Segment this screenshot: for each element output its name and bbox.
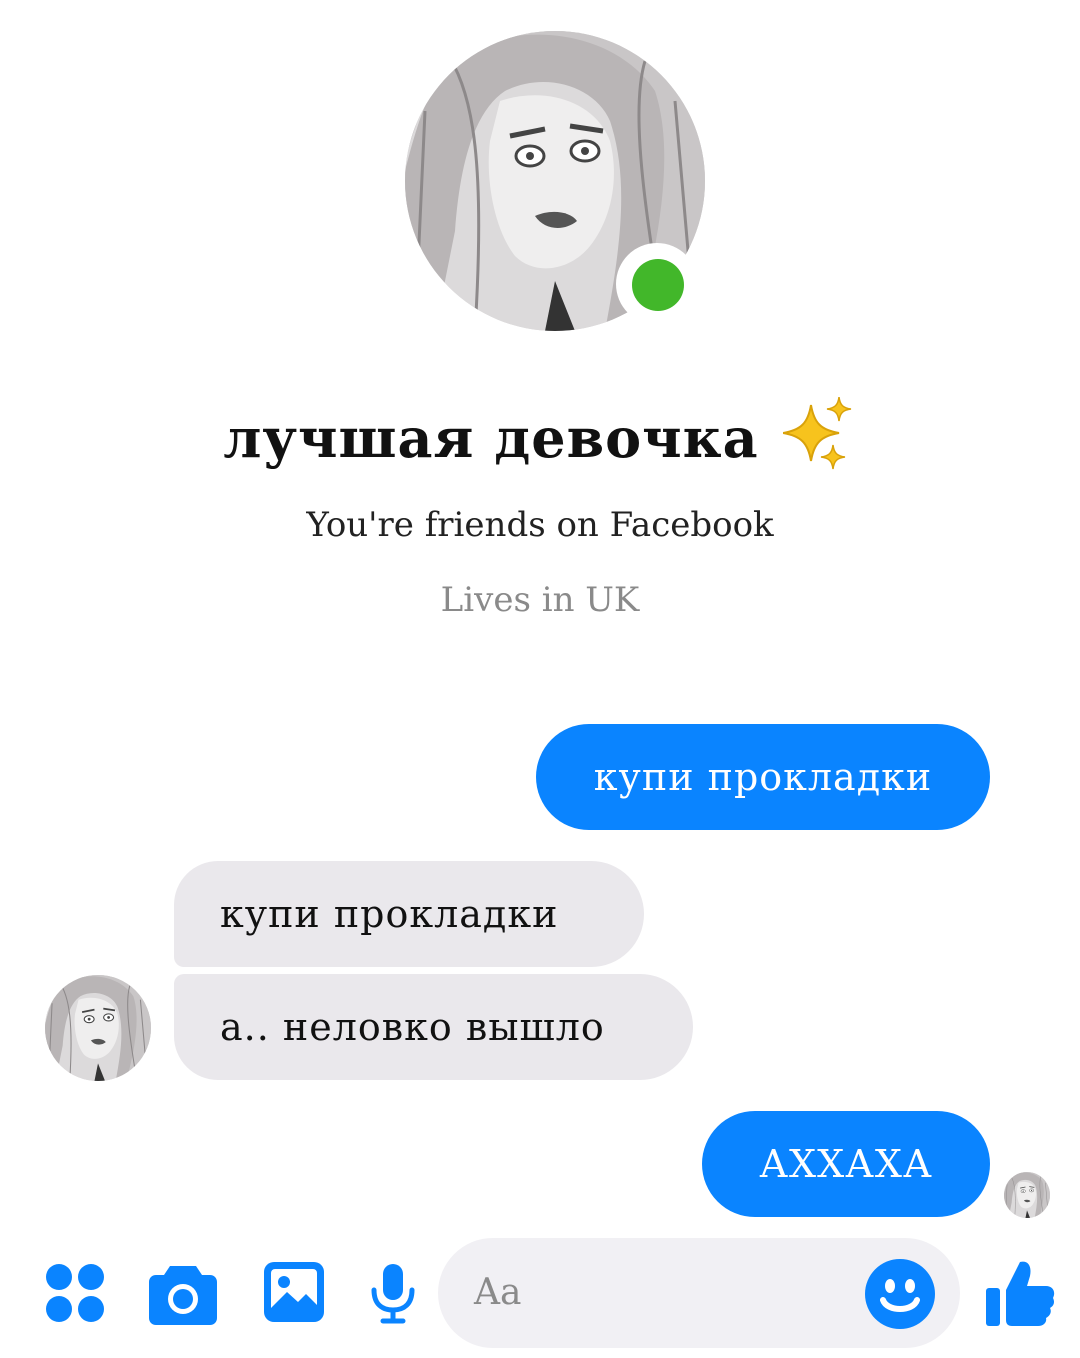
sparkles-icon [782,396,857,471]
incoming-message[interactable]: купи прокладки [174,861,644,967]
gallery-icon[interactable] [262,1260,326,1324]
online-indicator [632,259,684,311]
friends-status: You're friends on Facebook [306,505,774,545]
location-info: Lives in UK [440,580,640,620]
incoming-message[interactable]: а.. неловко вышло [174,974,693,1080]
outgoing-message[interactable]: купи прокладки [536,724,990,830]
thumbs-up-icon[interactable] [984,1256,1056,1328]
emoji-icon[interactable] [864,1258,936,1330]
message-input-placeholder: Aa [474,1272,522,1313]
microphone-icon[interactable] [368,1262,418,1324]
sender-avatar[interactable] [45,975,151,1081]
camera-icon[interactable] [148,1260,218,1326]
apps-icon[interactable] [44,1262,108,1326]
outgoing-message[interactable]: АХХАХА [702,1111,990,1217]
profile-name-heading: лучшая девочка [0,396,1080,471]
seen-receipt-avatar [1004,1172,1050,1218]
profile-name: лучшая девочка [223,406,759,470]
